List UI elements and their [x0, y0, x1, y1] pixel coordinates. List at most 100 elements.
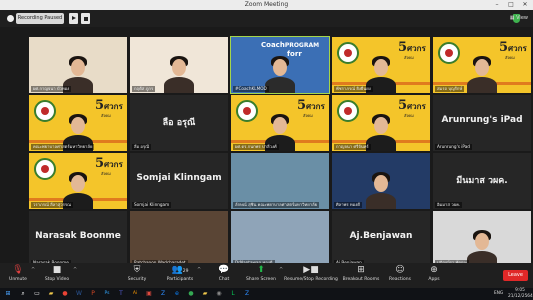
participant-tile[interactable]: Ratchanon Wadcharadet [130, 211, 228, 267]
participant-name-label: ผศ.กาญจนา บัวทอง [31, 86, 72, 92]
participant-tile[interactable]: CoachPROGRAM forr #CoachKLMOD [230, 36, 330, 94]
video-feed [231, 211, 329, 267]
illustrator-icon[interactable]: Ai [130, 289, 140, 299]
grid-icon: ▦ [509, 15, 515, 21]
security-button[interactable]: ⛨ Security [124, 265, 150, 284]
participant-tile[interactable]: Narasak BoonmeNarasak Boonme [29, 211, 127, 267]
university-seal-icon [337, 42, 359, 64]
poster-title: 5ศวกร [398, 40, 426, 55]
app-icon[interactable]: ▣ [144, 289, 154, 299]
microphone-muted-icon: 🎙 [12, 265, 24, 275]
participant-tile[interactable]: ผศ.กาญจนา บัวทอง [29, 37, 127, 93]
participant-tile[interactable]: มีนมาส วผค. อิมมาส วผค. [433, 153, 531, 209]
video-options-caret-icon[interactable]: ^ [73, 267, 77, 273]
poster-title: 5ศวกร [297, 98, 325, 113]
participant-tile[interactable]: ลือ อรุณี ลือ อรุณี [130, 95, 228, 151]
files-icon[interactable]: ▰ [200, 289, 210, 299]
edge-icon[interactable]: e [172, 289, 182, 299]
participant-tile[interactable]: Aj.BenjawanAj.Benjawan [332, 211, 430, 267]
chrome-icon[interactable]: ● [60, 289, 70, 299]
zoom-icon[interactable]: Z [158, 289, 168, 299]
resume-recording-button[interactable] [69, 13, 78, 24]
participant-tile[interactable]: 5ศวกร สังคม พัชราภรณ์ ยิ่งยืนยง [332, 37, 430, 93]
participant-tile[interactable]: ลักษณ์ สุชิน คณะพยาบาลศาสตร์มหาวิทยาลัย [231, 153, 329, 209]
explorer-icon[interactable]: ▰ [46, 289, 56, 299]
participant-silhouette [265, 56, 295, 93]
participant-name-label: #CoachKLMOD [233, 86, 269, 92]
participant-name-label: Arunrung's iPad [435, 144, 472, 150]
breakout-rooms-label: Breakout Rooms [342, 277, 380, 282]
apps-button[interactable]: ⊕ Apps [424, 265, 444, 284]
resume-stop-recording-button[interactable]: ▶■ Resume/Stop Recording [283, 265, 339, 284]
unmute-button[interactable]: 🎙 Unmute [6, 265, 30, 284]
clock[interactable]: 9:05 21/12/2564 [508, 288, 533, 300]
participant-tile[interactable]: 5ศวกร สังคมผศ.ดร.กนกพร ปาลีวงศ์ [231, 95, 329, 151]
shield-icon: ⛨ [133, 265, 141, 275]
university-seal-icon [337, 100, 359, 122]
participant-name-label: ผศ.ดร.กนกพร ปาลีวงศ์ [233, 144, 279, 150]
stop-video-button[interactable]: ■ Stop Video [42, 265, 72, 284]
participant-name-label: Somjai Klinngam [132, 202, 172, 208]
teams-icon[interactable]: T [116, 289, 126, 299]
recording-dot-icon [7, 15, 14, 22]
leave-button[interactable]: Leave [503, 270, 528, 281]
line-icon[interactable]: L [228, 289, 238, 299]
participant-tile[interactable]: ศิลาพร ทองดี [332, 153, 430, 209]
chrome2-icon[interactable]: ● [186, 289, 196, 299]
university-seal-icon [34, 158, 56, 180]
participant-display-name: Aj.Benjawan [349, 231, 413, 241]
poster-subtitle: สังคม [303, 113, 313, 118]
participant-tile[interactable]: DrNantawan ทองดี [231, 211, 329, 267]
chat-button[interactable]: 💬 Chat [214, 265, 234, 284]
powerpoint-icon[interactable]: P [88, 289, 98, 299]
participants-button[interactable]: 👥29 Participants [164, 265, 196, 284]
record-icon: ▶■ [303, 265, 319, 275]
poster-title: 5ศวกร [95, 98, 123, 113]
stop-recording-button[interactable] [81, 13, 90, 24]
windows-start-icon[interactable]: ⊞ [3, 289, 13, 299]
close-icon[interactable]: ✕ [518, 0, 532, 10]
window-title: Zoom Meeting [244, 1, 289, 8]
participant-display-name: Arunrung's iPad [441, 115, 523, 125]
participant-name-label: สมรถ บุญรักษ์ [435, 86, 465, 92]
participant-tile[interactable]: 5ศวกร สังคม กาญจนา ศรีจันทร์ [332, 95, 430, 151]
participant-tile[interactable]: 5ศวกร สังคม สมรถ บุญรักษ์ [433, 37, 531, 93]
participant-display-name: Somjai Klinngam [136, 173, 222, 183]
language-indicator[interactable]: ENG [494, 291, 503, 297]
photoshop-icon[interactable]: Ps [102, 289, 112, 299]
participants-caret-icon[interactable]: ^ [197, 267, 201, 273]
chat-icon: 💬 [218, 265, 230, 275]
participant-name-label: วราภรณ์ ลีลาสุวรรณ [31, 202, 73, 208]
reactions-button[interactable]: ☺ Reactions [387, 265, 413, 284]
participant-tile[interactable]: กฤตัส ภูกร [130, 37, 228, 93]
breakout-rooms-button[interactable]: ⊞ Breakout Rooms [341, 265, 381, 284]
poster-title: 5ศวกร [499, 40, 527, 55]
word-icon[interactable]: W [74, 289, 84, 299]
participant-display-name: มีนมาส วผค. [456, 176, 508, 186]
poster-subtitle: สังคม [404, 55, 414, 60]
camera-icon[interactable]: ◉ [214, 289, 224, 299]
recording-status: Recording Paused [16, 13, 64, 24]
view-button[interactable]: ▦ View [510, 14, 528, 23]
zoom2-icon[interactable]: Z [242, 289, 252, 299]
participant-tile[interactable]: 5ศวกร สังคม วราภรณ์ ลีลาสุวรรณ [29, 153, 127, 209]
maximize-icon[interactable]: □ [504, 0, 518, 10]
meeting-topbar: Recording Paused ▦ View [0, 10, 533, 27]
minimize-icon[interactable]: – [490, 0, 504, 10]
video-gallery: ผศ.กาญจนา บัวทอง กฤตัส ภูกร CoachPROGRAM fo… [0, 27, 533, 267]
participant-tile[interactable]: Arunrung's iPad Arunrung's iPad [433, 95, 531, 151]
participant-name-label: ลือ อรุณี [132, 144, 152, 150]
meeting-toolbar: 🎙 Unmute ^ ■ Stop Video ^ ⛨ Security 👥29… [0, 263, 533, 288]
university-seal-icon [236, 100, 258, 122]
search-icon[interactable]: ⌕ [18, 289, 28, 299]
participant-tile[interactable]: ปฏิญญ์รา พัฒนะ [433, 211, 531, 267]
participants-label: Participants [166, 277, 194, 282]
share-screen-button[interactable]: ⬆ Share Screen [244, 265, 278, 284]
taskview-icon[interactable]: ▭ [32, 289, 42, 299]
share-screen-icon: ⬆ [257, 265, 265, 275]
participant-tile[interactable]: Somjai Klinngam Somjai Klinngam [130, 153, 228, 209]
audio-options-caret-icon[interactable]: ^ [31, 267, 35, 273]
participant-name-label: ศิลาพร ทองดี [334, 202, 362, 208]
windows-taskbar: ⊞ ENG 9:05 21/12/2564 ⌕ ▭ ▰ ● W P Ps T Ai ▣ Ze ● ▰ ◉ L… [0, 288, 533, 300]
participant-tile[interactable]: 5ศวกร สังคม คณะพยาบาลศาสตร์มหาวิทยาลัย [29, 95, 127, 151]
